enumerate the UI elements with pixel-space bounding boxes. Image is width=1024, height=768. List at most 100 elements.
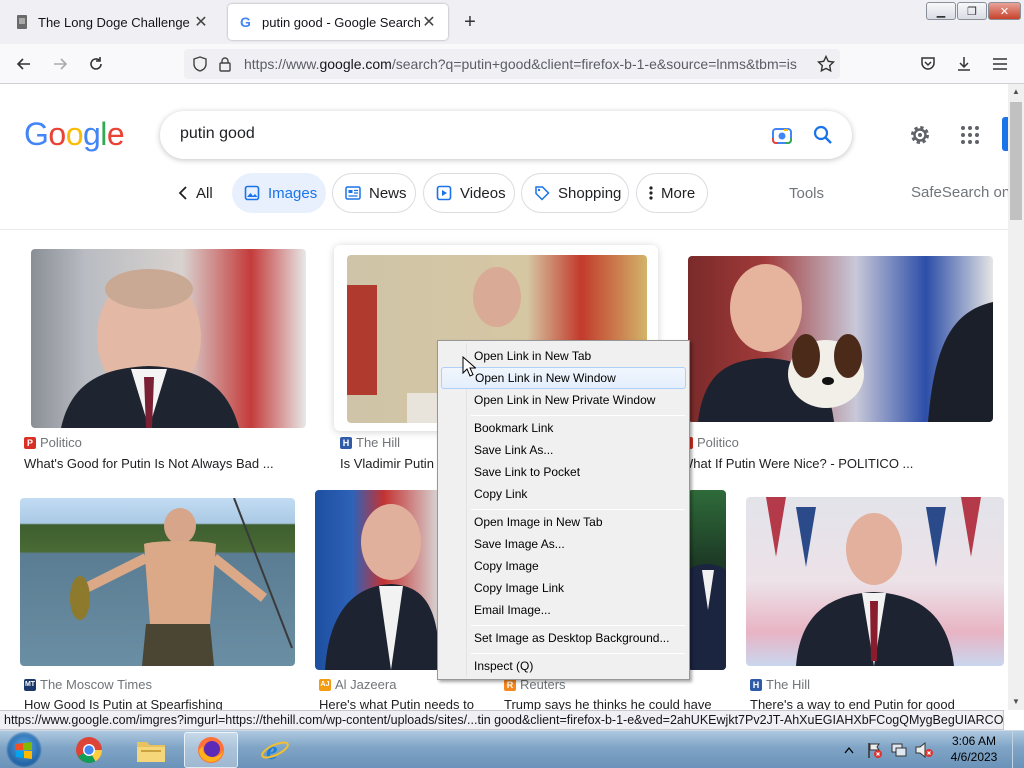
reuters-favicon-icon: R <box>504 678 516 691</box>
menu-inspect[interactable]: Inspect (Q) <box>441 655 686 677</box>
back-arrow-icon[interactable] <box>12 52 36 76</box>
google-logo-letter: o <box>48 116 66 152</box>
tab-close-icon[interactable]: ✕ <box>192 12 210 32</box>
menu-copy-link[interactable]: Copy Link <box>441 483 686 505</box>
svg-text:e: e <box>266 736 278 765</box>
tab-google-search[interactable]: G putin good - Google Search ✕ <box>228 4 448 40</box>
action-center-flag-icon[interactable] <box>866 731 884 768</box>
result-title[interactable]: How Good Is Putin at Spearfishing <box>24 697 224 710</box>
tools-button[interactable]: Tools <box>789 185 824 202</box>
result-source-label: The Hill <box>766 677 811 692</box>
tab-videos[interactable]: Videos <box>423 173 515 213</box>
result-source[interactable]: P Politico <box>24 435 82 450</box>
result-image-putin-fishing[interactable] <box>20 498 295 666</box>
downloads-icon[interactable] <box>952 52 976 76</box>
menu-open-link-new-window[interactable]: Open Link in New Window <box>441 367 686 389</box>
windows-start-button[interactable] <box>6 732 42 768</box>
file-explorer-taskbar-icon[interactable] <box>124 732 178 768</box>
address-bar[interactable]: https://www.google.com/search?q=putin+go… <box>184 49 840 79</box>
google-logo-letter: g <box>82 116 101 152</box>
tab-news[interactable]: News <box>332 173 416 213</box>
pocket-icon[interactable] <box>916 52 940 76</box>
tab-strip: The Long Doge Challenge ✕ G putin good -… <box>0 0 1024 44</box>
result-image-putin-puppy[interactable] <box>688 256 993 422</box>
reload-icon[interactable] <box>84 52 108 76</box>
result-source[interactable]: AJ Al Jazeera <box>319 677 396 692</box>
new-tab-plus-icon[interactable]: + <box>458 10 482 34</box>
safesearch-toggle[interactable]: SafeSearch on <box>911 184 1010 201</box>
search-input[interactable]: putin good <box>180 125 255 143</box>
search-box[interactable]: putin good <box>160 111 852 159</box>
context-menu: Open Link in New Tab Open Link in New Wi… <box>437 340 690 680</box>
menu-set-desktop-background[interactable]: Set Image as Desktop Background... <box>441 627 686 649</box>
result-title[interactable]: Trump says he thinks he could have a <box>504 697 714 710</box>
menu-save-link-as[interactable]: Save Link As... <box>441 439 686 461</box>
window-maximize-button[interactable]: ❐ <box>957 2 987 20</box>
scroll-up-arrow-icon[interactable]: ▲ <box>1008 84 1024 100</box>
forward-arrow-icon[interactable] <box>48 52 72 76</box>
result-title[interactable]: Is Vladimir Putin r <box>340 456 436 471</box>
menu-save-link-to-pocket[interactable]: Save Link to Pocket <box>441 461 686 483</box>
system-clock[interactable]: 3:06 AM 4/6/2023 <box>945 733 1003 765</box>
tab-all[interactable]: All <box>166 173 225 213</box>
menu-bookmark-link[interactable]: Bookmark Link <box>441 417 686 439</box>
result-source[interactable]: H The Hill <box>340 435 400 450</box>
link-status-url: https://www.google.com/imgres?imgurl=htt… <box>0 710 1004 730</box>
tab-news-label: News <box>369 184 407 202</box>
result-image-trump-reuters[interactable] <box>688 490 726 670</box>
url-domain: google.com <box>319 56 392 72</box>
settings-gear-icon[interactable] <box>908 123 932 150</box>
scroll-down-arrow-icon[interactable]: ▼ <box>1008 694 1024 710</box>
scrollbar-thumb[interactable] <box>1010 102 1022 220</box>
menu-open-link-private-window[interactable]: Open Link in New Private Window <box>441 389 686 411</box>
google-lens-camera-icon[interactable] <box>770 124 794 151</box>
google-logo[interactable]: Google <box>24 116 125 153</box>
result-image-putin-thehill-2[interactable] <box>746 497 1004 666</box>
window-close-button[interactable]: ✕ <box>988 2 1021 20</box>
network-icon[interactable] <box>890 731 908 768</box>
bookmark-star-icon[interactable] <box>814 52 838 76</box>
aljazeera-favicon-icon: AJ <box>319 678 331 691</box>
header-divider <box>0 229 1008 230</box>
show-desktop-button[interactable] <box>1012 731 1024 768</box>
result-source[interactable]: MT The Moscow Times <box>24 677 152 692</box>
result-title[interactable]: There's a way to end Putin for good <box>750 697 1000 710</box>
result-title[interactable]: Here's what Putin needs to <box>319 697 479 710</box>
tracking-shield-icon[interactable] <box>192 56 208 75</box>
video-play-icon <box>436 185 452 201</box>
volume-muted-icon[interactable] <box>914 731 934 768</box>
tab-more[interactable]: More <box>636 173 708 213</box>
google-apps-grid-icon[interactable] <box>960 125 980 148</box>
vertical-dots-icon <box>649 186 653 200</box>
moscow-times-favicon-icon: MT <box>24 678 36 691</box>
result-image-putin-politico[interactable] <box>31 249 306 428</box>
windows-taskbar: e 3:06 AM 4/6/2023 <box>0 730 1024 768</box>
result-image-putin-aljazeera[interactable] <box>315 490 440 670</box>
menu-open-image-new-tab[interactable]: Open Image in New Tab <box>441 511 686 533</box>
firefox-taskbar-icon[interactable] <box>184 732 238 768</box>
internet-explorer-taskbar-icon[interactable]: e <box>248 732 302 768</box>
menu-save-image-as[interactable]: Save Image As... <box>441 533 686 555</box>
menu-copy-image[interactable]: Copy Image <box>441 555 686 577</box>
search-magnifier-icon[interactable] <box>812 124 834 149</box>
hamburger-menu-icon[interactable] <box>988 52 1012 76</box>
chrome-taskbar-icon[interactable] <box>62 732 116 768</box>
result-title[interactable]: What's Good for Putin Is Not Always Bad … <box>24 456 314 471</box>
clock-date: 4/6/2023 <box>950 750 998 764</box>
window-minimize-button[interactable]: ▁ <box>926 2 956 20</box>
tab-long-doge-challenge[interactable]: The Long Doge Challenge ✕ <box>4 4 220 40</box>
menu-separator <box>471 625 685 626</box>
menu-open-link-new-tab[interactable]: Open Link in New Tab <box>441 345 686 367</box>
tab-images[interactable]: Images <box>232 173 326 213</box>
result-source-label: Politico <box>697 435 739 450</box>
result-title[interactable]: What If Putin Were Nice? - POLITICO ... <box>681 456 1001 471</box>
lock-icon[interactable] <box>218 56 232 75</box>
thehill-favicon-icon: H <box>340 436 352 449</box>
result-source[interactable]: H The Hill <box>750 677 810 692</box>
tab-close-icon[interactable]: ✕ <box>420 12 438 32</box>
menu-email-image[interactable]: Email Image... <box>441 599 686 621</box>
show-hidden-icons-arrow[interactable] <box>844 731 854 768</box>
tab-shopping[interactable]: Shopping <box>521 173 629 213</box>
menu-copy-image-link[interactable]: Copy Image Link <box>441 577 686 599</box>
page-scrollbar[interactable]: ▲ ▼ <box>1008 84 1024 710</box>
